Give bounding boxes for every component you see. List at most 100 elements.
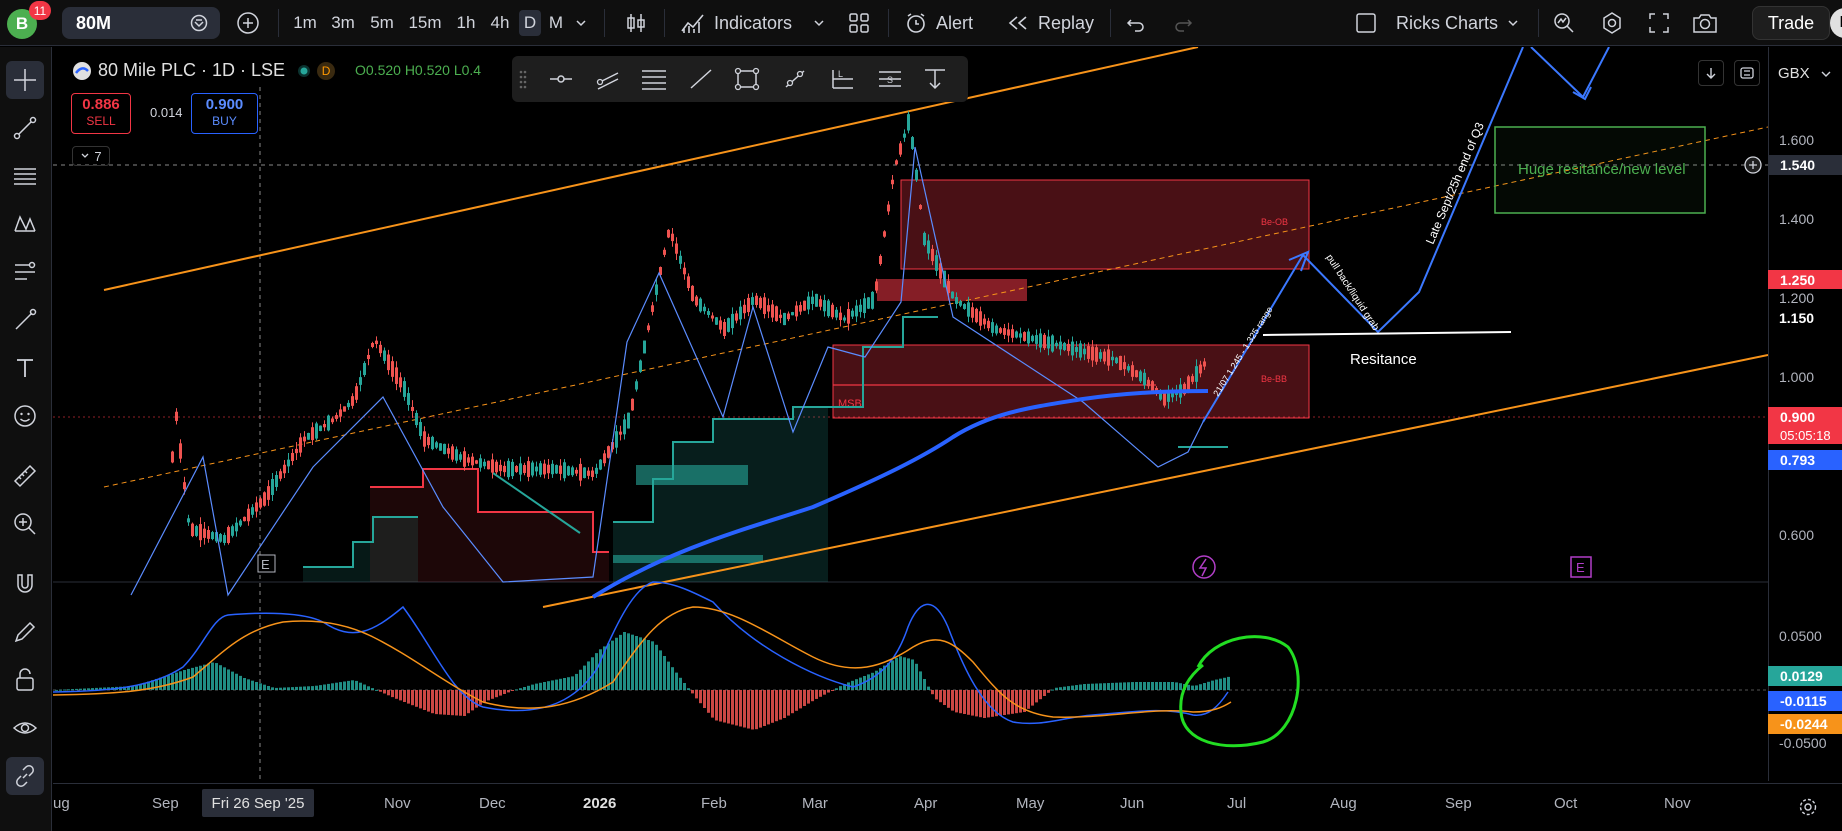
candle-body: [359, 377, 362, 385]
undo-button[interactable]: [1125, 0, 1147, 46]
resistance-line[interactable]: [1262, 331, 1512, 336]
macd-histogram-bar: [323, 684, 326, 690]
trendline-tool[interactable]: [6, 109, 44, 147]
macd-histogram-bar: [815, 690, 818, 699]
macd-histogram-bar: [679, 677, 682, 690]
layout-select-button[interactable]: [1354, 0, 1378, 46]
settings-button[interactable]: [1600, 0, 1624, 46]
candle-body: [311, 427, 314, 441]
ray-icon[interactable]: [782, 67, 808, 91]
notification-badge[interactable]: 11: [29, 1, 51, 20]
dividend-marker-icon[interactable]: [1192, 555, 1216, 579]
candle-body: [587, 470, 590, 476]
macd-histogram-bar: [635, 636, 638, 690]
horizontal-line-icon[interactable]: [548, 67, 574, 91]
trend-line-icon[interactable]: [688, 67, 714, 91]
lock-tool[interactable]: [6, 661, 44, 699]
macd-histogram-bar: [303, 686, 306, 690]
fib-retracement-icon[interactable]: [640, 67, 668, 91]
indicators-button[interactable]: Indicators: [680, 0, 792, 46]
brush-tool[interactable]: [6, 301, 44, 339]
macd-histogram-bar: [511, 690, 514, 691]
drag-handle-icon[interactable]: [518, 69, 528, 89]
late-sept-label: Late Sept/25h end of Q3: [1423, 120, 1487, 246]
macd-histogram-bar: [295, 686, 298, 690]
candle-body: [923, 232, 926, 246]
candle-body: [627, 412, 630, 429]
add-alert-crosshair-button[interactable]: [1743, 153, 1763, 177]
indicators-collapse-button[interactable]: 7: [72, 146, 110, 166]
candle-body: [1195, 366, 1198, 382]
macd-histogram-bar: [283, 687, 286, 690]
compare-icon[interactable]: [190, 14, 208, 32]
snapshot-button[interactable]: [1692, 0, 1718, 46]
timeframe-5m[interactable]: 5m: [367, 10, 397, 36]
macd-histogram-bar: [555, 679, 558, 690]
candle-body: [283, 464, 286, 474]
redo-button[interactable]: [1172, 0, 1194, 46]
draw-mode-tool[interactable]: [6, 613, 44, 651]
macd-histogram-bar: [543, 682, 546, 690]
timeframe-1m[interactable]: 1m: [290, 10, 320, 36]
replay-button[interactable]: Replay: [1006, 0, 1094, 46]
scroll-to-latest-button[interactable]: [1698, 60, 1724, 86]
link-tool[interactable]: [6, 757, 44, 795]
bearish-order-block-zone[interactable]: [900, 179, 1310, 270]
pattern-tool[interactable]: [6, 205, 44, 243]
macd-histogram-bar: [359, 682, 362, 690]
currency-select[interactable]: GBX: [1770, 60, 1842, 87]
fullscreen-button[interactable]: [1648, 0, 1670, 46]
macd-histogram-bar: [371, 688, 374, 690]
time-label: Nov: [384, 795, 411, 812]
timeframe-d[interactable]: D: [519, 10, 541, 36]
indicators-dropdown[interactable]: [812, 0, 826, 46]
visibility-tool[interactable]: [6, 709, 44, 747]
candle-body: [927, 240, 930, 254]
price-chart-canvas[interactable]: Be-OB Be-BB MSB Resitance Huge resitance…: [53, 47, 1768, 781]
macd-histogram-bar: [1059, 687, 1062, 690]
ruler-tool[interactable]: [6, 457, 44, 495]
timeframe-15m[interactable]: 15m: [405, 10, 445, 36]
alert-button[interactable]: Alert: [904, 0, 973, 46]
crosshair-tool[interactable]: [6, 61, 44, 99]
zoom-tool[interactable]: [6, 505, 44, 543]
add-symbol-button[interactable]: [236, 0, 260, 46]
short-position-icon[interactable]: S: [876, 67, 904, 91]
layout-name[interactable]: Ricks Charts: [1396, 0, 1498, 46]
auto-scale-button[interactable]: [1734, 60, 1760, 86]
timeframe-3m[interactable]: 3m: [328, 10, 358, 36]
forecast-tool[interactable]: [6, 253, 44, 291]
macd-histogram-bar: [255, 682, 258, 690]
emoji-tool[interactable]: [6, 397, 44, 435]
candle-body: [1003, 328, 1006, 335]
magnet-tool[interactable]: [6, 565, 44, 603]
macd-histogram-bar: [1143, 682, 1146, 690]
fib-tool[interactable]: [6, 157, 44, 195]
layout-dropdown[interactable]: [1506, 0, 1520, 46]
timeframe-m[interactable]: M: [546, 10, 566, 36]
timeframe-dropdown[interactable]: [574, 0, 588, 46]
buy-button[interactable]: 0.900 BUY: [191, 93, 258, 134]
candle-body: [367, 354, 370, 360]
quick-search-button[interactable]: [1552, 0, 1576, 46]
trade-button[interactable]: Trade: [1752, 6, 1830, 40]
layout-grid-button[interactable]: [848, 0, 870, 46]
rectangle-icon[interactable]: [734, 67, 760, 91]
macd-histogram-bar: [1051, 689, 1054, 691]
text-tool[interactable]: [6, 349, 44, 387]
candle-body: [983, 318, 986, 325]
profile-button[interactable]: P: [1830, 8, 1842, 38]
symbol-legend[interactable]: 80 Mile PLC · 1D · LSE D: [72, 60, 336, 81]
chart-type-button[interactable]: [624, 0, 648, 46]
macd-histogram-bar: [1079, 684, 1082, 690]
parallel-channel-icon[interactable]: [594, 67, 622, 91]
long-position-icon[interactable]: L: [828, 67, 856, 91]
sell-button[interactable]: 0.886 SELL: [71, 93, 131, 134]
symbol-search-input[interactable]: 80M: [62, 7, 220, 39]
chart-pane[interactable]: Be-OB Be-BB MSB Resitance Huge resitance…: [53, 47, 1768, 781]
timeframe-4h[interactable]: 4h: [485, 10, 515, 36]
macd-histogram-bar: [903, 657, 906, 690]
timeframe-1h[interactable]: 1h: [452, 10, 480, 36]
chart-settings-button[interactable]: [1798, 783, 1818, 831]
price-range-icon[interactable]: [922, 67, 948, 91]
